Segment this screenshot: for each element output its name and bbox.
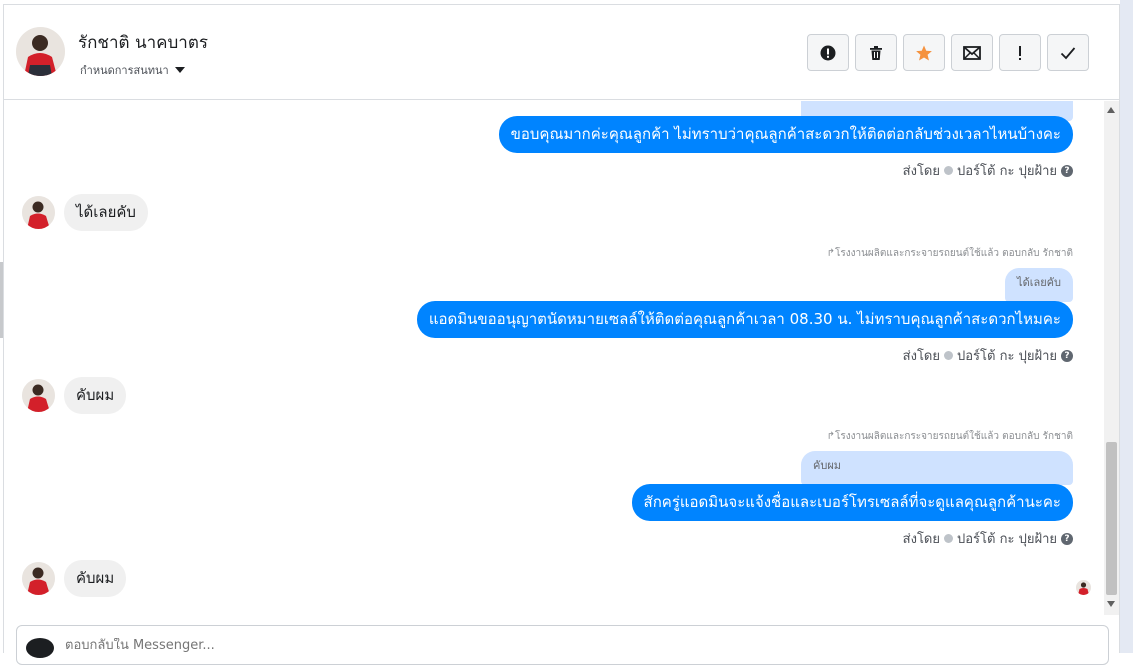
seen-indicator-avatar — [1076, 580, 1091, 595]
thread-scrollbar[interactable] — [1104, 101, 1119, 615]
mark-done-button[interactable] — [1047, 34, 1089, 71]
follow-up-button[interactable] — [999, 34, 1041, 71]
reply-note-text: โรงงานผลิตและกระจายรถยนต์ใช้แล้ว ตอบกลับ… — [834, 248, 1073, 259]
delete-button[interactable] — [855, 34, 897, 71]
quoted-message[interactable]: ได้เลยคับ — [1005, 268, 1073, 302]
outgoing-message[interactable]: แอดมินขออนุญาตนัดหมายเซลล์ให้ติดต่อคุณลู… — [416, 301, 1073, 338]
outgoing-message[interactable]: สักครู่แอดมินจะแจ้งชื่อและเบอร์โทรเซลล์ท… — [631, 484, 1073, 521]
sent-by-label: ส่งโดย — [902, 164, 940, 179]
reply-composer — [16, 625, 1109, 665]
sent-by-line: ส่งโดย ปอร์โต้ กะ ปุยฝ้าย ? — [903, 528, 1073, 549]
outgoing-message[interactable]: ขอบคุณมากค่ะคุณลูกค้า ไม่ทราบว่าคุณลูกค้… — [498, 116, 1073, 153]
checkmark-icon — [1060, 46, 1076, 59]
page-logo-avatar — [26, 638, 54, 658]
incoming-message[interactable]: ได้เลยคับ — [64, 194, 148, 231]
sender-name[interactable]: ปอร์โต้ กะ ปุยฝ้าย — [957, 345, 1057, 366]
report-spam-button[interactable] — [807, 34, 849, 71]
page-icon — [944, 534, 953, 543]
conversation-header: รักชาติ นาคบาตร กำหนดการสนทนา — [4, 5, 1119, 100]
exclamation-icon — [1019, 45, 1021, 60]
contact-name[interactable]: รักชาติ นาคบาตร — [78, 29, 208, 56]
reply-note: ↱โรงงานผลิตและกระจายรถยนต์ใช้แล้ว ตอบกลั… — [827, 429, 1073, 444]
incoming-message[interactable]: คับผม — [64, 377, 127, 414]
mark-unread-button[interactable] — [951, 34, 993, 71]
help-icon[interactable]: ? — [1061, 164, 1073, 177]
assign-label: กำหนดการสนทนา — [80, 64, 169, 77]
sent-by-label: ส่งโดย — [902, 532, 940, 547]
envelope-icon — [963, 45, 981, 60]
help-icon[interactable]: ? — [1061, 532, 1073, 545]
trash-icon — [870, 45, 882, 60]
sent-by-label: ส่งโดย — [902, 349, 940, 364]
sent-by-line: ส่งโดย ปอร์โต้ กะ ปุยฝ้าย ? — [903, 345, 1073, 366]
page-icon — [944, 166, 953, 175]
messenger-inbox-app: รักชาติ นาคบาตร กำหนดการสนทนา ขอบคุณมากค… — [0, 0, 1133, 665]
conversation-toolbar — [807, 34, 1089, 71]
caret-down-icon — [174, 67, 185, 73]
assign-conversation-dropdown[interactable]: กำหนดการสนทนา — [80, 61, 185, 79]
star-icon — [916, 45, 932, 60]
reply-note-text: โรงงานผลิตและกระจายรถยนต์ใช้แล้ว ตอบกลับ… — [834, 431, 1073, 442]
star-button[interactable] — [903, 34, 945, 71]
scrollbar-thumb[interactable] — [1106, 442, 1117, 595]
scroll-down-arrow-icon[interactable] — [1107, 601, 1115, 607]
quoted-message[interactable]: คับผม — [801, 451, 1073, 485]
scroll-up-arrow-icon[interactable] — [1107, 107, 1115, 113]
exclamation-circle-icon — [820, 45, 836, 60]
sender-name[interactable]: ปอร์โต้ กะ ปุยฝ้าย — [957, 528, 1057, 549]
contact-avatar[interactable] — [16, 27, 65, 76]
sender-name[interactable]: ปอร์โต้ กะ ปุยฝ้าย — [957, 160, 1057, 181]
contact-avatar-small[interactable] — [22, 379, 55, 412]
help-icon[interactable]: ? — [1061, 349, 1073, 362]
conversation-panel: รักชาติ นาคบาตร กำหนดการสนทนา ขอบคุณมากค… — [3, 4, 1120, 665]
reply-note: ↱โรงงานผลิตและกระจายรถยนต์ใช้แล้ว ตอบกลั… — [827, 246, 1073, 261]
reply-arrow-icon: ↱ — [826, 248, 835, 259]
right-panel-edge — [1120, 0, 1133, 653]
reply-input[interactable] — [65, 638, 965, 653]
contact-avatar-small[interactable] — [22, 562, 55, 595]
message-thread[interactable]: ขอบคุณมากค่ะคุณลูกค้า ไม่ทราบว่าคุณลูกค้… — [4, 101, 1102, 621]
incoming-message-row: ได้เลยคับ — [22, 194, 148, 231]
contact-avatar-small[interactable] — [22, 196, 55, 229]
reply-arrow-icon: ↱ — [826, 431, 835, 442]
incoming-message-row: คับผม — [22, 560, 127, 597]
page-icon — [944, 351, 953, 360]
incoming-message[interactable]: คับผม — [64, 560, 127, 597]
incoming-message-row: คับผม — [22, 377, 127, 414]
sent-by-line: ส่งโดย ปอร์โต้ กะ ปุยฝ้าย ? — [903, 160, 1073, 181]
